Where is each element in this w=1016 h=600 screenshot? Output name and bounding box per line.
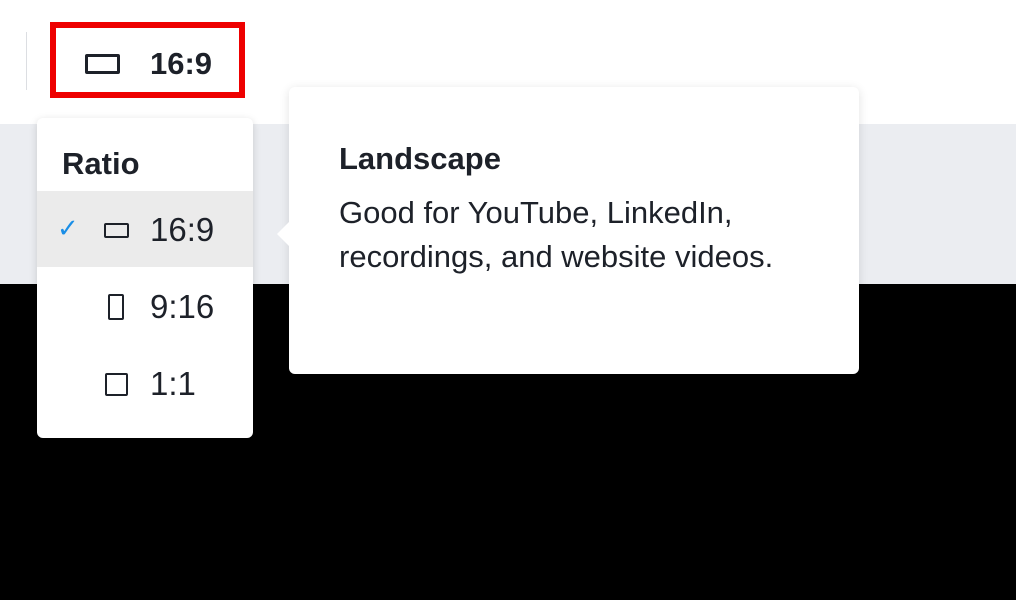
menu-item-label: 9:16	[150, 288, 215, 325]
menu-item-label: 16:9	[150, 211, 215, 248]
portrait-rectangle-icon	[108, 294, 124, 320]
square-icon	[105, 373, 128, 396]
ratio-description-tooltip: Landscape Good for YouTube, LinkedIn, re…	[277, 87, 859, 374]
checkmark-icon: ✓	[57, 213, 79, 243]
ratio-menu-heading: Ratio	[62, 146, 140, 181]
aspect-ratio-button-label: 16:9	[150, 46, 213, 81]
tooltip-title: Landscape	[339, 141, 501, 176]
toolbar-divider	[26, 32, 27, 90]
tooltip-body: Good for YouTube, LinkedIn, recordings, …	[339, 195, 774, 274]
aspect-ratio-button[interactable]: 16:9	[50, 22, 245, 98]
ratio-dropdown-menu: Ratio ✓ 16:9 9:16 1:1	[37, 118, 253, 438]
menu-item-1-1[interactable]: 1:1	[37, 345, 253, 421]
menu-item-9-16[interactable]: 9:16	[37, 268, 253, 344]
tooltip-arrow	[277, 220, 291, 248]
menu-item-16-9[interactable]: ✓ 16:9	[37, 191, 253, 267]
menu-item-label: 1:1	[150, 365, 196, 402]
landscape-rectangle-icon	[104, 223, 129, 238]
landscape-rectangle-icon	[85, 54, 120, 74]
